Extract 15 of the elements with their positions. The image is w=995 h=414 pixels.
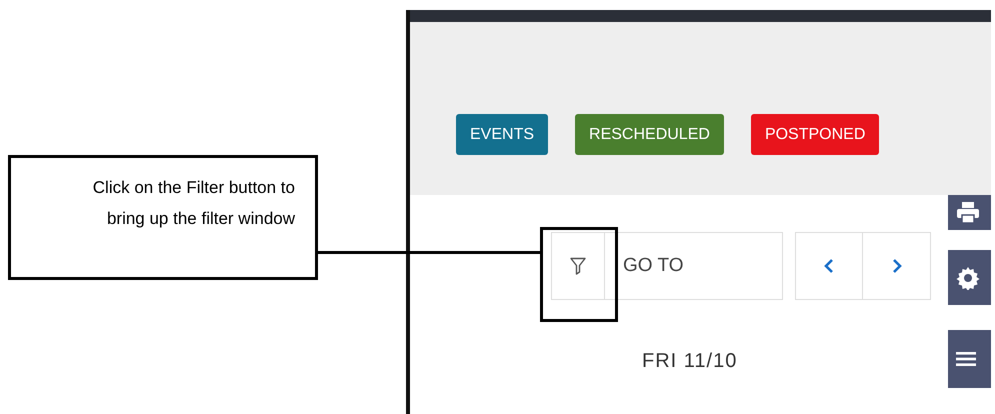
legend-tag: EVENTS (456, 114, 548, 155)
printer-icon (956, 202, 980, 224)
filter-icon (570, 257, 586, 275)
settings-button[interactable] (948, 250, 991, 305)
legend-tag: RESCHEDULED (575, 114, 724, 155)
settings-icon (956, 266, 980, 290)
date-label: FRI 11/10 (642, 350, 738, 373)
chevron-left-icon (823, 258, 835, 274)
callout-note: Click on the Filter button to bring up the filter window (8, 155, 318, 280)
chevron-right-icon (890, 258, 902, 274)
go-to-field[interactable]: GO TO (605, 232, 783, 300)
legend-tag: POSTPONED (750, 114, 880, 155)
menu-icon (956, 351, 976, 367)
menu-button[interactable] (948, 330, 991, 388)
print-button[interactable] (948, 195, 991, 230)
